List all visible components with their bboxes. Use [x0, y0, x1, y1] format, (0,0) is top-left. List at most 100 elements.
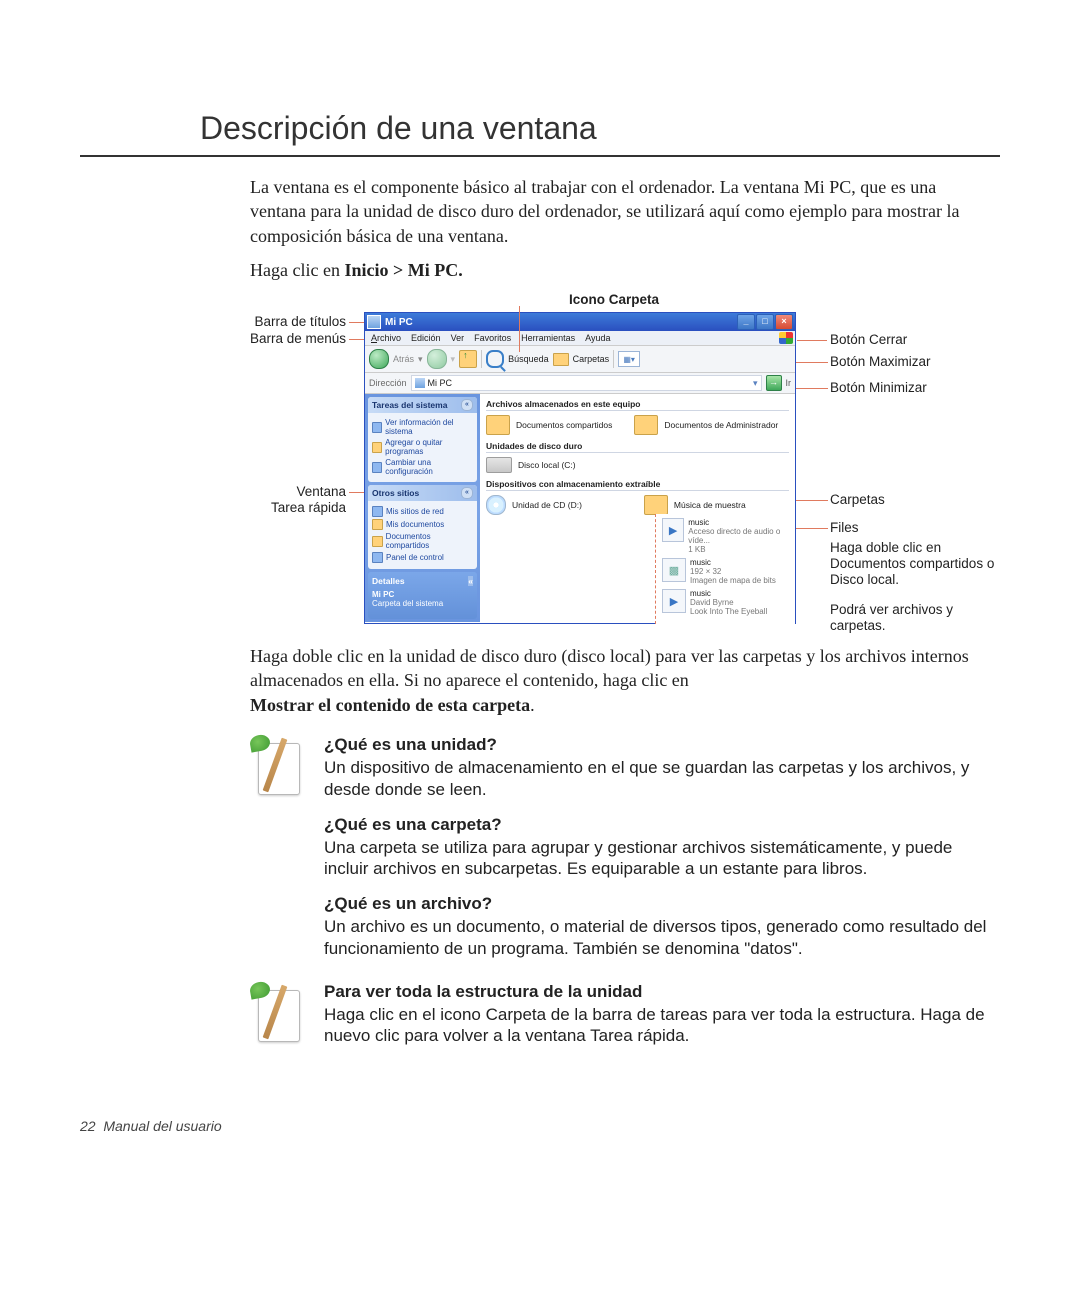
go-button[interactable]: → — [766, 375, 782, 391]
label-dblclick-3: Podrá ver archivos y carpetas. — [830, 602, 1000, 633]
folder-icon — [644, 495, 668, 515]
def-q-unit: ¿Qué es una unidad? — [324, 735, 990, 755]
gear-icon — [372, 462, 382, 473]
details-line1: Mi PC — [372, 590, 473, 599]
menubar[interactable]: Archivo Edición Ver Favoritos Herramient… — [365, 331, 795, 346]
page-title: Descripción de una ventana — [200, 110, 1000, 147]
page-footer: 22 Manual del usuario — [80, 1118, 222, 1134]
box-icon — [372, 442, 382, 453]
file-item-bitmap[interactable]: ▩ music 192 × 32 Imagen de mapa de bits — [662, 558, 795, 585]
mypc-icon — [367, 315, 381, 329]
note-icon — [250, 735, 302, 795]
section-hdd: Unidades de disco duro — [486, 441, 789, 453]
collapse-icon[interactable]: « — [461, 487, 473, 499]
collapse-icon[interactable]: « — [461, 399, 473, 411]
link-network[interactable]: Mis sitios de red — [372, 506, 473, 517]
up-button[interactable] — [459, 350, 477, 368]
def-a-file: Un archivo es un documento, o material d… — [324, 916, 990, 960]
file-album: Look Into The Eyeball — [690, 607, 767, 616]
def-a-structure: Haga clic en el icono Carpeta de la barr… — [324, 1004, 990, 1048]
definition-block-1: ¿Qué es una unidad? Un dispositivo de al… — [250, 735, 1000, 974]
item-admin-docs[interactable]: Documentos de Administrador — [634, 415, 778, 435]
other-places-header[interactable]: Otros sitios — [372, 488, 419, 498]
item-sample-music[interactable]: Música de muestra — [644, 495, 746, 515]
other-places-box: Otros sitios « Mis sitios de red Mis docu… — [368, 485, 477, 569]
file-item-shortcut[interactable]: ▶ music Acceso directo de audio o víde..… — [662, 518, 795, 554]
forward-button[interactable] — [427, 349, 447, 369]
menu-edicion[interactable]: Edición — [411, 333, 441, 343]
control-icon — [372, 552, 383, 563]
back-button[interactable] — [369, 349, 389, 369]
menu-favoritos[interactable]: Favoritos — [474, 333, 511, 343]
task-sys-info[interactable]: Ver información del sistema — [372, 418, 473, 436]
collapse-icon[interactable]: « — [468, 576, 473, 586]
views-button[interactable]: ▦▾ — [618, 351, 640, 367]
maximize-button[interactable]: □ — [756, 314, 774, 330]
cd-icon — [486, 495, 506, 515]
window-mypc: Mi PC _ □ × Archivo Edición Ver Favorito… — [364, 312, 796, 624]
label-window: Ventana — [258, 484, 346, 499]
file-dim: 192 × 32 — [690, 567, 776, 576]
file-type: Imagen de mapa de bits — [690, 576, 776, 585]
drive-icon — [486, 457, 512, 473]
task-panel: Tareas del sistema « Ver información del … — [365, 394, 480, 622]
label-maximize: Botón Maximizar — [830, 354, 931, 369]
folders-label: Carpetas — [573, 354, 610, 364]
address-field[interactable]: Mi PC ▾ — [411, 375, 762, 391]
addressbar: Dirección Mi PC ▾ → Ir — [365, 373, 795, 394]
file-name: music — [690, 589, 767, 598]
instruction-prefix: Haga clic en — [250, 260, 344, 280]
leader-titlebar — [349, 322, 364, 323]
back-label: Atrás — [393, 354, 414, 364]
system-tasks-box: Tareas del sistema « Ver información del … — [368, 397, 477, 482]
item-shared-docs[interactable]: Documentos compartidos — [486, 415, 612, 435]
note-icon — [250, 982, 302, 1042]
titlebar[interactable]: Mi PC _ □ × — [365, 313, 795, 331]
address-icon — [415, 378, 425, 388]
file-item-audio[interactable]: ▶ music David Byrne Look Into The Eyebal… — [662, 589, 795, 616]
click-instruction: Haga clic en Inicio > Mi PC. — [250, 258, 990, 282]
label-menubar: Barra de menús — [216, 331, 346, 346]
label-quicktask: Tarea rápida — [234, 500, 346, 515]
network-icon — [372, 506, 383, 517]
menu-ver[interactable]: Ver — [451, 333, 465, 343]
details-box: Detalles « Mi PC Carpeta del sistema — [368, 572, 477, 619]
file-list: ▶ music Acceso directo de audio o víde..… — [655, 514, 795, 624]
toolbar: Atrás ▾ ▾ Búsqueda Carpetas ▦▾ — [365, 346, 795, 373]
link-shared[interactable]: Documentos compartidos — [372, 532, 473, 550]
menu-archivo[interactable]: Archivo — [371, 333, 401, 343]
task-add-remove[interactable]: Agregar o quitar programas — [372, 438, 473, 456]
image-icon: ▩ — [662, 558, 686, 582]
go-label: Ir — [786, 378, 792, 388]
window-body: Tareas del sistema « Ver información del … — [365, 394, 795, 622]
label-dblclick-2: Documentos compartidos o Disco local. — [830, 556, 1000, 587]
details-header: Detalles — [372, 576, 405, 586]
system-tasks-header[interactable]: Tareas del sistema — [372, 400, 447, 410]
followup-paragraph: Haga doble clic en la unidad de disco du… — [250, 644, 990, 717]
definition-block-2: Para ver toda la estructura de la unidad… — [250, 982, 1000, 1062]
content-pane: Archivos almacenados en este equipo Docu… — [480, 394, 795, 622]
link-mydocs[interactable]: Mis documentos — [372, 519, 473, 530]
item-hdd[interactable]: Disco local (C:) — [486, 457, 576, 473]
link-control[interactable]: Panel de control — [372, 552, 473, 563]
label-files: Files — [830, 520, 859, 535]
file-desc: Acceso directo de audio o víde... — [688, 527, 795, 545]
caption-folder-icon: Icono Carpeta — [569, 292, 659, 307]
xp-logo-icon — [779, 332, 793, 344]
task-config[interactable]: Cambiar una configuración — [372, 458, 473, 476]
menu-ayuda[interactable]: Ayuda — [585, 333, 610, 343]
folders-toolbar-icon[interactable] — [553, 353, 569, 366]
menu-herramientas[interactable]: Herramientas — [521, 333, 575, 343]
file-name: music — [688, 518, 795, 527]
play-icon: ▶ — [662, 589, 686, 613]
close-button[interactable]: × — [775, 314, 793, 330]
def-a-unit: Un dispositivo de almacenamiento en el q… — [324, 757, 990, 801]
def-q-file: ¿Qué es un archivo? — [324, 894, 990, 914]
details-line2: Carpeta del sistema — [372, 599, 473, 608]
item-cd[interactable]: Unidad de CD (D:) — [486, 495, 582, 515]
search-icon[interactable] — [486, 350, 504, 368]
label-minimize: Botón Minimizar — [830, 380, 927, 395]
minimize-button[interactable]: _ — [737, 314, 755, 330]
label-close: Botón Cerrar — [830, 332, 907, 347]
label-folders: Carpetas — [830, 492, 885, 507]
